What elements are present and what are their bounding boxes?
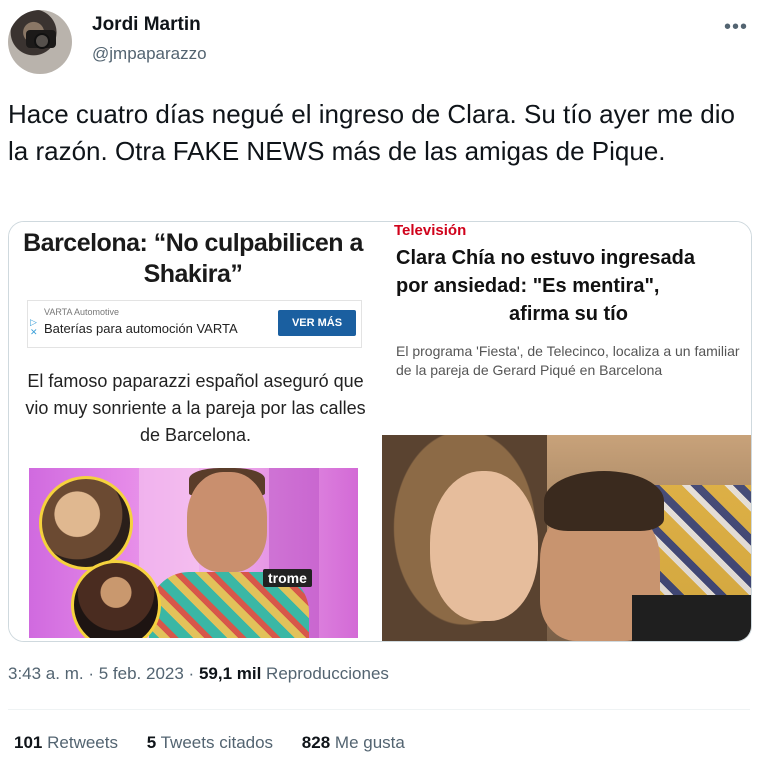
tweet-timestamp: 3:43 a. m. · 5 feb. 2023 · 59,1 mil Repr… <box>8 664 389 683</box>
left-image-photo: trome <box>29 468 358 638</box>
engagement-stats: 101 Retweets 5 Tweets citados 828 Me gus… <box>14 733 429 753</box>
likes-label: Me gusta <box>334 733 405 752</box>
camera-lens <box>34 33 50 49</box>
ad-brand: VARTA Automotive <box>44 307 120 317</box>
user-name[interactable]: Jordi Martin <box>92 14 201 36</box>
headline-line: por ansiedad: "Es mentira", <box>396 275 660 297</box>
woman-face <box>430 471 538 621</box>
left-image-body: El famoso paparazzi español aseguró que … <box>25 371 366 445</box>
headline-line: Clara Chía no estuvo ingresada <box>396 247 695 269</box>
left-image-headline: Barcelona: “No culpabilicen a Shakira” <box>23 229 363 288</box>
right-image-headline: Clara Chía no estuvo ingresada por ansie… <box>396 244 741 328</box>
likes-count: 828 <box>301 733 331 752</box>
tweet-media[interactable]: Barcelona: “No culpabilicen a Shakira” ▷… <box>8 221 752 642</box>
media-image-left[interactable]: Barcelona: “No culpabilicen a Shakira” ▷… <box>9 222 378 641</box>
man-shirt <box>632 595 751 641</box>
couple-circle-photo <box>39 476 133 570</box>
tweet-date[interactable]: 5 feb. 2023 <box>99 664 184 683</box>
quote-tweets-stat[interactable]: 5 Tweets citados <box>147 733 273 752</box>
avatar[interactable] <box>8 10 72 74</box>
right-image-summary: El programa 'Fiesta', de Telecinco, loca… <box>396 343 740 378</box>
ad-title: Baterías para automoción VARTA <box>44 321 238 336</box>
quotes-label: Tweets citados <box>160 733 274 752</box>
man-face <box>187 472 267 572</box>
headline-line: afirma su tío <box>509 303 628 325</box>
user-handle[interactable]: @jmpaparazzo <box>92 44 207 64</box>
right-image-photo <box>382 435 751 641</box>
ad-button: VER MÁS <box>278 310 356 336</box>
trome-logo: trome <box>263 569 312 587</box>
media-image-right[interactable]: Televisión Clara Chía no estuvo ingresad… <box>382 222 751 641</box>
tweet-time[interactable]: 3:43 a. m. <box>8 664 84 683</box>
ad-choices-icon: ▷ ✕ <box>30 317 38 337</box>
tile-wall <box>652 485 751 605</box>
likes-stat[interactable]: 828 Me gusta <box>302 733 405 752</box>
divider-line <box>8 709 750 710</box>
retweets-label: Retweets <box>47 733 118 752</box>
retweets-count: 101 <box>14 733 43 752</box>
ad-banner: ▷ ✕ VARTA Automotive Baterías para automo… <box>27 300 362 348</box>
retweets-stat[interactable]: 101 Retweets <box>14 733 118 752</box>
section-label: Televisión <box>394 222 467 239</box>
views-count: 59,1 mil <box>198 664 262 683</box>
quotes-count: 5 <box>146 733 157 752</box>
views-label: Reproducciones <box>266 664 389 683</box>
more-horizontal-icon[interactable]: ••• <box>724 16 748 39</box>
man-hair <box>544 471 664 531</box>
tweet-text: Hace cuatro días negué el ingreso de Cla… <box>8 99 735 166</box>
